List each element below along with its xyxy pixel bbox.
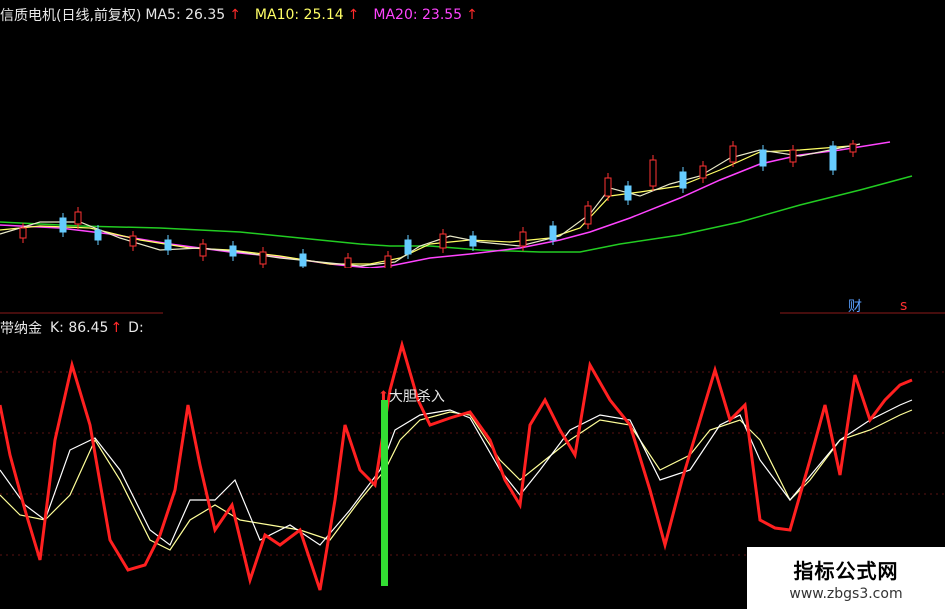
signal-up-arrow-icon: ⬆ xyxy=(378,388,389,404)
candlestick xyxy=(59,217,67,233)
ma5-label: MA5: 26.35 xyxy=(145,7,226,23)
candlestick xyxy=(604,177,612,197)
redaction-block-top xyxy=(533,0,945,140)
candlestick xyxy=(624,185,632,201)
candlestick xyxy=(519,231,527,247)
ma10-up-arrow-icon: ↑ xyxy=(347,7,360,23)
candlestick xyxy=(789,149,797,163)
candlestick xyxy=(849,143,857,153)
ma10-label: MA10: 25.14 xyxy=(254,7,344,23)
ma5-up-arrow-icon: ↑ xyxy=(229,7,241,23)
d-value-label: D: xyxy=(128,320,144,336)
candlestick xyxy=(699,165,707,179)
watermark-title: 指标公式网 xyxy=(793,558,899,583)
candlestick xyxy=(679,171,687,189)
candlestick xyxy=(729,145,737,163)
candlestick xyxy=(344,257,352,269)
indicator-name: 带纳金 xyxy=(0,321,42,337)
candlestick xyxy=(259,251,267,265)
oscillator-header: 带纳金 K: 86.45 ↑ D: xyxy=(0,318,144,338)
candlestick xyxy=(129,235,137,247)
candlestick xyxy=(439,233,447,249)
redaction-block-middle xyxy=(163,268,780,340)
d-line xyxy=(0,399,913,546)
candlestick xyxy=(469,235,477,247)
stock-title: 信质电机(日线,前复权) xyxy=(0,8,142,24)
candlestick xyxy=(299,253,307,267)
candlestick xyxy=(229,245,237,257)
candlestick xyxy=(549,225,557,241)
candlestick xyxy=(404,239,412,255)
candlestick xyxy=(759,149,767,167)
s-badge[interactable]: s xyxy=(900,298,907,314)
k-up-arrow-icon: ↑ xyxy=(110,320,123,336)
long-ma-line xyxy=(0,175,913,253)
candlestick xyxy=(829,145,837,171)
finance-badge[interactable]: 财 xyxy=(848,296,862,316)
watermark-logo: 指标公式网 www.zbgs3.com xyxy=(747,547,945,609)
signal-text: 大胆杀入 xyxy=(388,389,445,405)
signal-label: ⬆ 大胆杀入 xyxy=(378,386,445,406)
signal-bar xyxy=(381,400,388,586)
candlestick xyxy=(649,159,657,187)
chart-header: 信质电机(日线,前复权) MA5: 26.35 ↑ MA10: 25.14 ↑ … xyxy=(0,4,492,26)
ma20-label: MA20: 23.55 xyxy=(373,7,463,23)
candlestick xyxy=(584,205,592,225)
candlestick xyxy=(74,211,82,225)
ma20-up-arrow-icon: ↑ xyxy=(466,7,478,23)
watermark-url: www.zbgs3.com xyxy=(789,585,903,602)
candlestick xyxy=(164,239,172,251)
candlestick xyxy=(94,229,102,241)
ma10-line xyxy=(0,145,851,265)
candlestick xyxy=(19,227,27,239)
candlestick xyxy=(199,243,207,257)
k-value-label: K: 86.45 xyxy=(50,320,109,336)
